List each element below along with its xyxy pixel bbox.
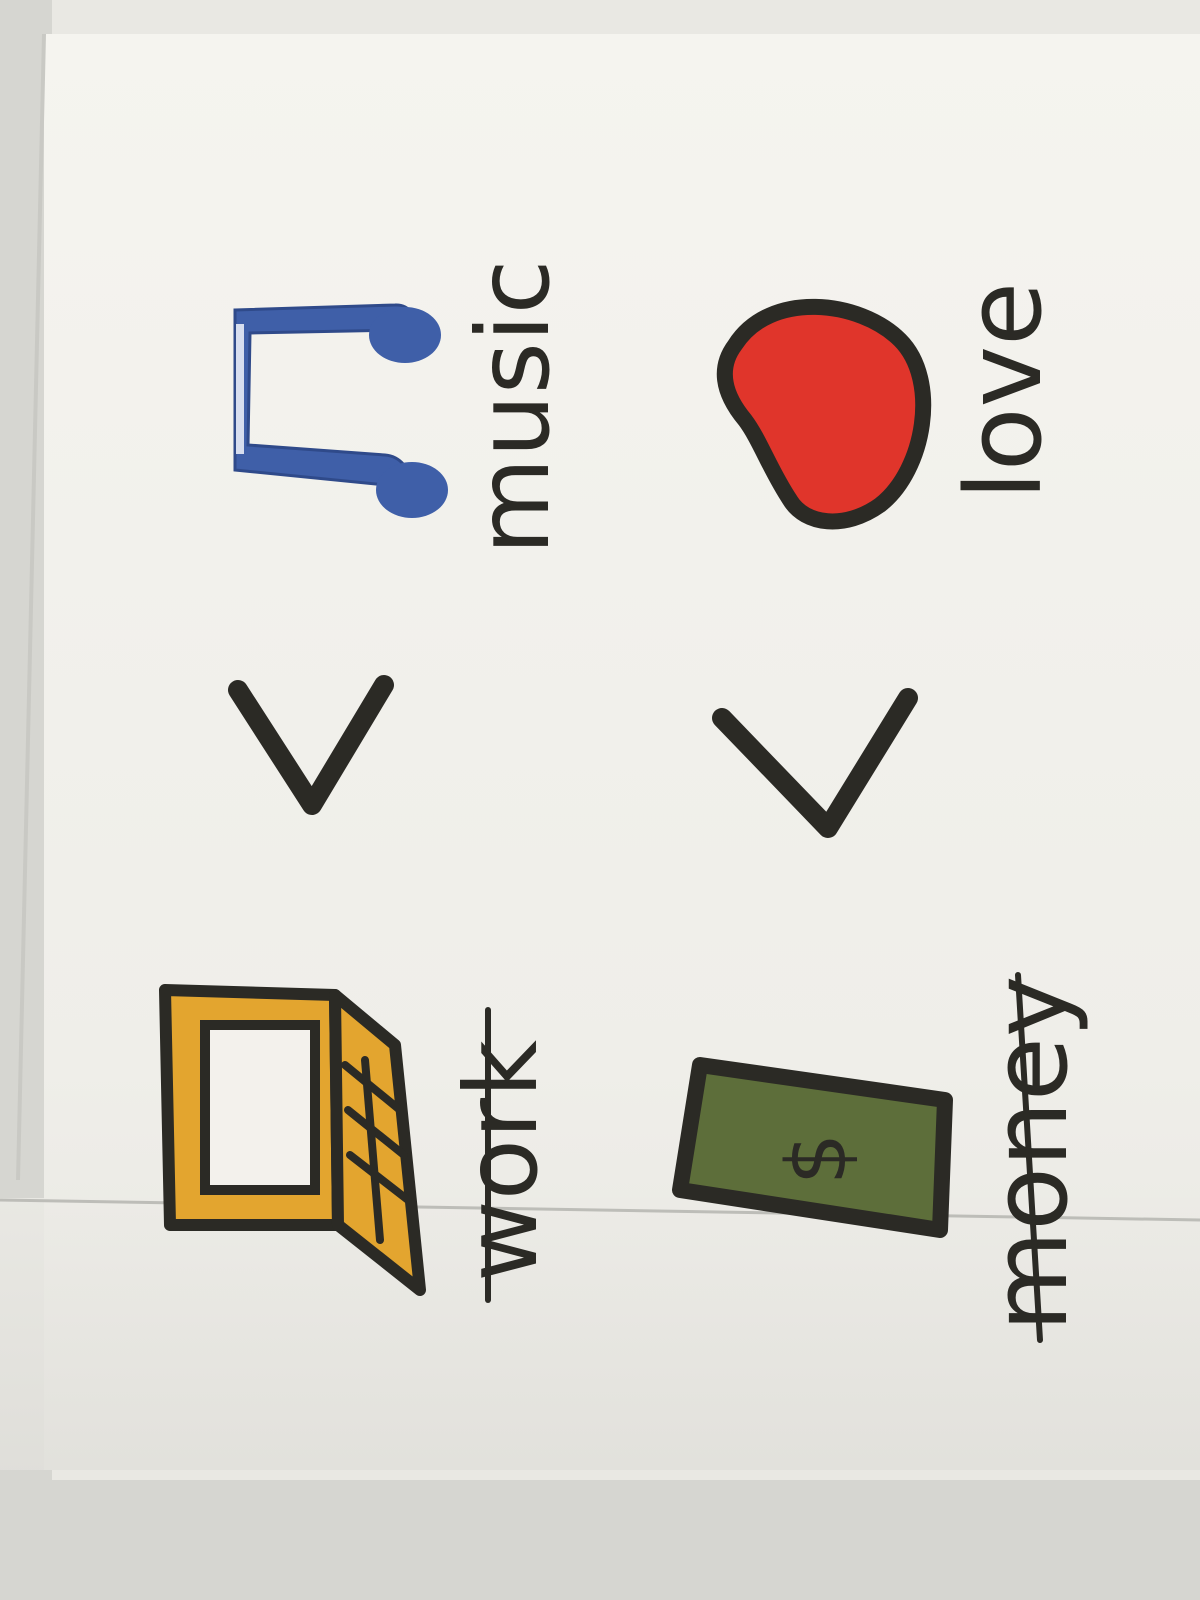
word-love: love: [943, 282, 1065, 500]
word-music: music: [455, 259, 572, 555]
photo-scene: music love work $ money: [0, 0, 1200, 1600]
bill-symbol: $: [770, 1133, 865, 1185]
word-work: work: [443, 1040, 560, 1282]
